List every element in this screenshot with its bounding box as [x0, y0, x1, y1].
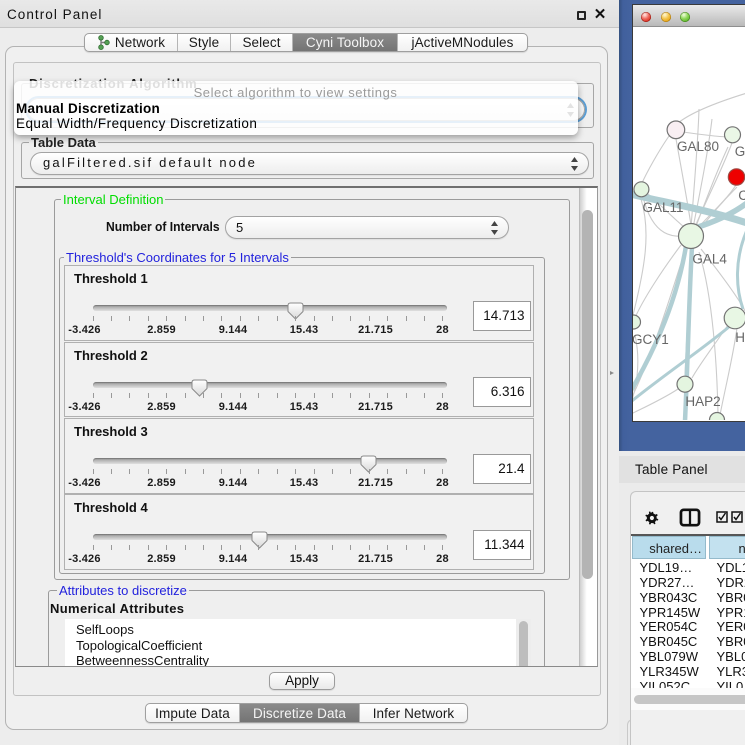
svg-text:C: C	[738, 188, 745, 203]
svg-text:HAP2: HAP2	[685, 394, 720, 409]
svg-text:G.: G.	[735, 144, 745, 159]
svg-text:GCY1: GCY1	[633, 332, 669, 347]
svg-text:GAL4: GAL4	[692, 252, 727, 267]
svg-text:GAL11: GAL11	[643, 200, 684, 215]
svg-text:H: H	[735, 330, 745, 345]
svg-text:GAL80: GAL80	[677, 139, 719, 154]
